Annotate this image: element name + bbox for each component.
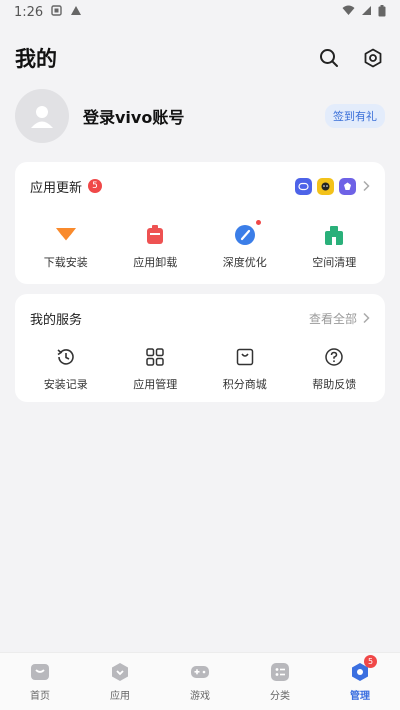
status-time: 1:26 — [14, 4, 44, 20]
app-updates-card: 应用更新 5 下载安装 应用卸载 深度优化 空间清理 — [15, 162, 385, 284]
my-services-header: 我的服务 查看全部 — [15, 294, 385, 328]
nav-games[interactable]: 游戏 — [170, 661, 230, 702]
pending-app-icon — [295, 177, 312, 195]
download-install-icon — [53, 222, 79, 248]
grid-label: 深度优化 — [222, 256, 267, 269]
optimize-button[interactable]: 深度优化 — [205, 220, 285, 270]
nav-label: 分类 — [270, 691, 290, 702]
app-management-button[interactable]: 应用管理 — [115, 344, 195, 392]
help-icon — [321, 344, 347, 370]
uninstall-button[interactable]: 应用卸载 — [115, 222, 195, 270]
apps-icon — [112, 663, 128, 681]
grid-label: 下载安装 — [43, 256, 88, 269]
app-updates-title: 应用更新 — [30, 180, 83, 196]
points-mall-icon — [232, 344, 258, 370]
page-title: 我的 — [15, 47, 57, 71]
nav-category[interactable]: 分类 — [250, 661, 310, 702]
status-bar: 1:26 — [0, 0, 400, 24]
clean-icon — [321, 222, 347, 248]
settings-button[interactable] — [362, 47, 384, 69]
bottom-nav: 首页 应用 游戏 分类 5 管理 — [0, 652, 400, 710]
nav-apps[interactable]: 应用 — [90, 661, 150, 702]
clean-button[interactable]: 空间清理 — [294, 222, 374, 270]
home-icon — [31, 664, 49, 680]
nav-home[interactable]: 首页 — [10, 661, 70, 702]
app-updates-header[interactable]: 应用更新 5 — [15, 162, 385, 196]
profile-row[interactable]: 登录vivo账号 签到有礼 — [15, 88, 385, 144]
signal-icon — [361, 5, 372, 19]
app-grid-icon — [142, 344, 168, 370]
grid-label: 空间清理 — [312, 256, 357, 269]
help-feedback-button[interactable]: 帮助反馈 — [294, 344, 374, 392]
nav-label: 管理 — [350, 691, 370, 702]
my-services-card: 我的服务 查看全部 安装记录 应用管理 积分商城 帮助反馈 — [15, 294, 385, 402]
nav-label: 游戏 — [190, 691, 210, 702]
wifi-icon — [342, 5, 355, 19]
pending-app-icon — [339, 177, 356, 195]
optimize-icon — [232, 220, 261, 248]
category-icon — [271, 663, 289, 681]
grid-label: 应用卸载 — [133, 256, 178, 269]
grid-label: 积分商城 — [222, 378, 267, 391]
battery-icon — [378, 4, 386, 20]
grid-label: 安装记录 — [43, 378, 88, 391]
grid-label: 帮助反馈 — [312, 378, 357, 391]
nav-label: 首页 — [30, 691, 50, 702]
search-icon — [320, 49, 338, 67]
notification-icon — [51, 4, 62, 20]
search-button[interactable] — [318, 47, 340, 69]
page-header: 我的 — [0, 38, 400, 78]
user-icon — [31, 106, 53, 128]
chevron-right-icon — [361, 177, 371, 196]
download-install-button[interactable]: 下载安装 — [26, 222, 106, 270]
settings-icon — [364, 48, 382, 68]
manage-badge: 5 — [364, 655, 377, 668]
avatar[interactable] — [15, 89, 69, 143]
install-history-button[interactable]: 安装记录 — [26, 344, 106, 392]
chevron-right-icon — [363, 312, 370, 324]
pending-app-icon — [317, 177, 334, 195]
my-services-title: 我的服务 — [30, 312, 83, 328]
checkin-button[interactable]: 签到有礼 — [325, 104, 385, 128]
update-count-badge: 5 — [88, 179, 103, 193]
view-all-link[interactable]: 查看全部 — [309, 310, 371, 327]
uninstall-icon — [142, 222, 168, 248]
nav-manage[interactable]: 5 管理 — [330, 655, 390, 702]
login-label[interactable]: 登录vivo账号 — [83, 104, 325, 128]
history-icon — [53, 344, 79, 370]
new-dot — [255, 220, 261, 225]
warning-icon — [70, 5, 82, 20]
points-mall-button[interactable]: 积分商城 — [205, 344, 285, 392]
nav-label: 应用 — [110, 691, 130, 702]
gamepad-icon — [191, 666, 209, 678]
grid-label: 应用管理 — [133, 378, 178, 391]
view-all-label: 查看全部 — [308, 311, 357, 326]
